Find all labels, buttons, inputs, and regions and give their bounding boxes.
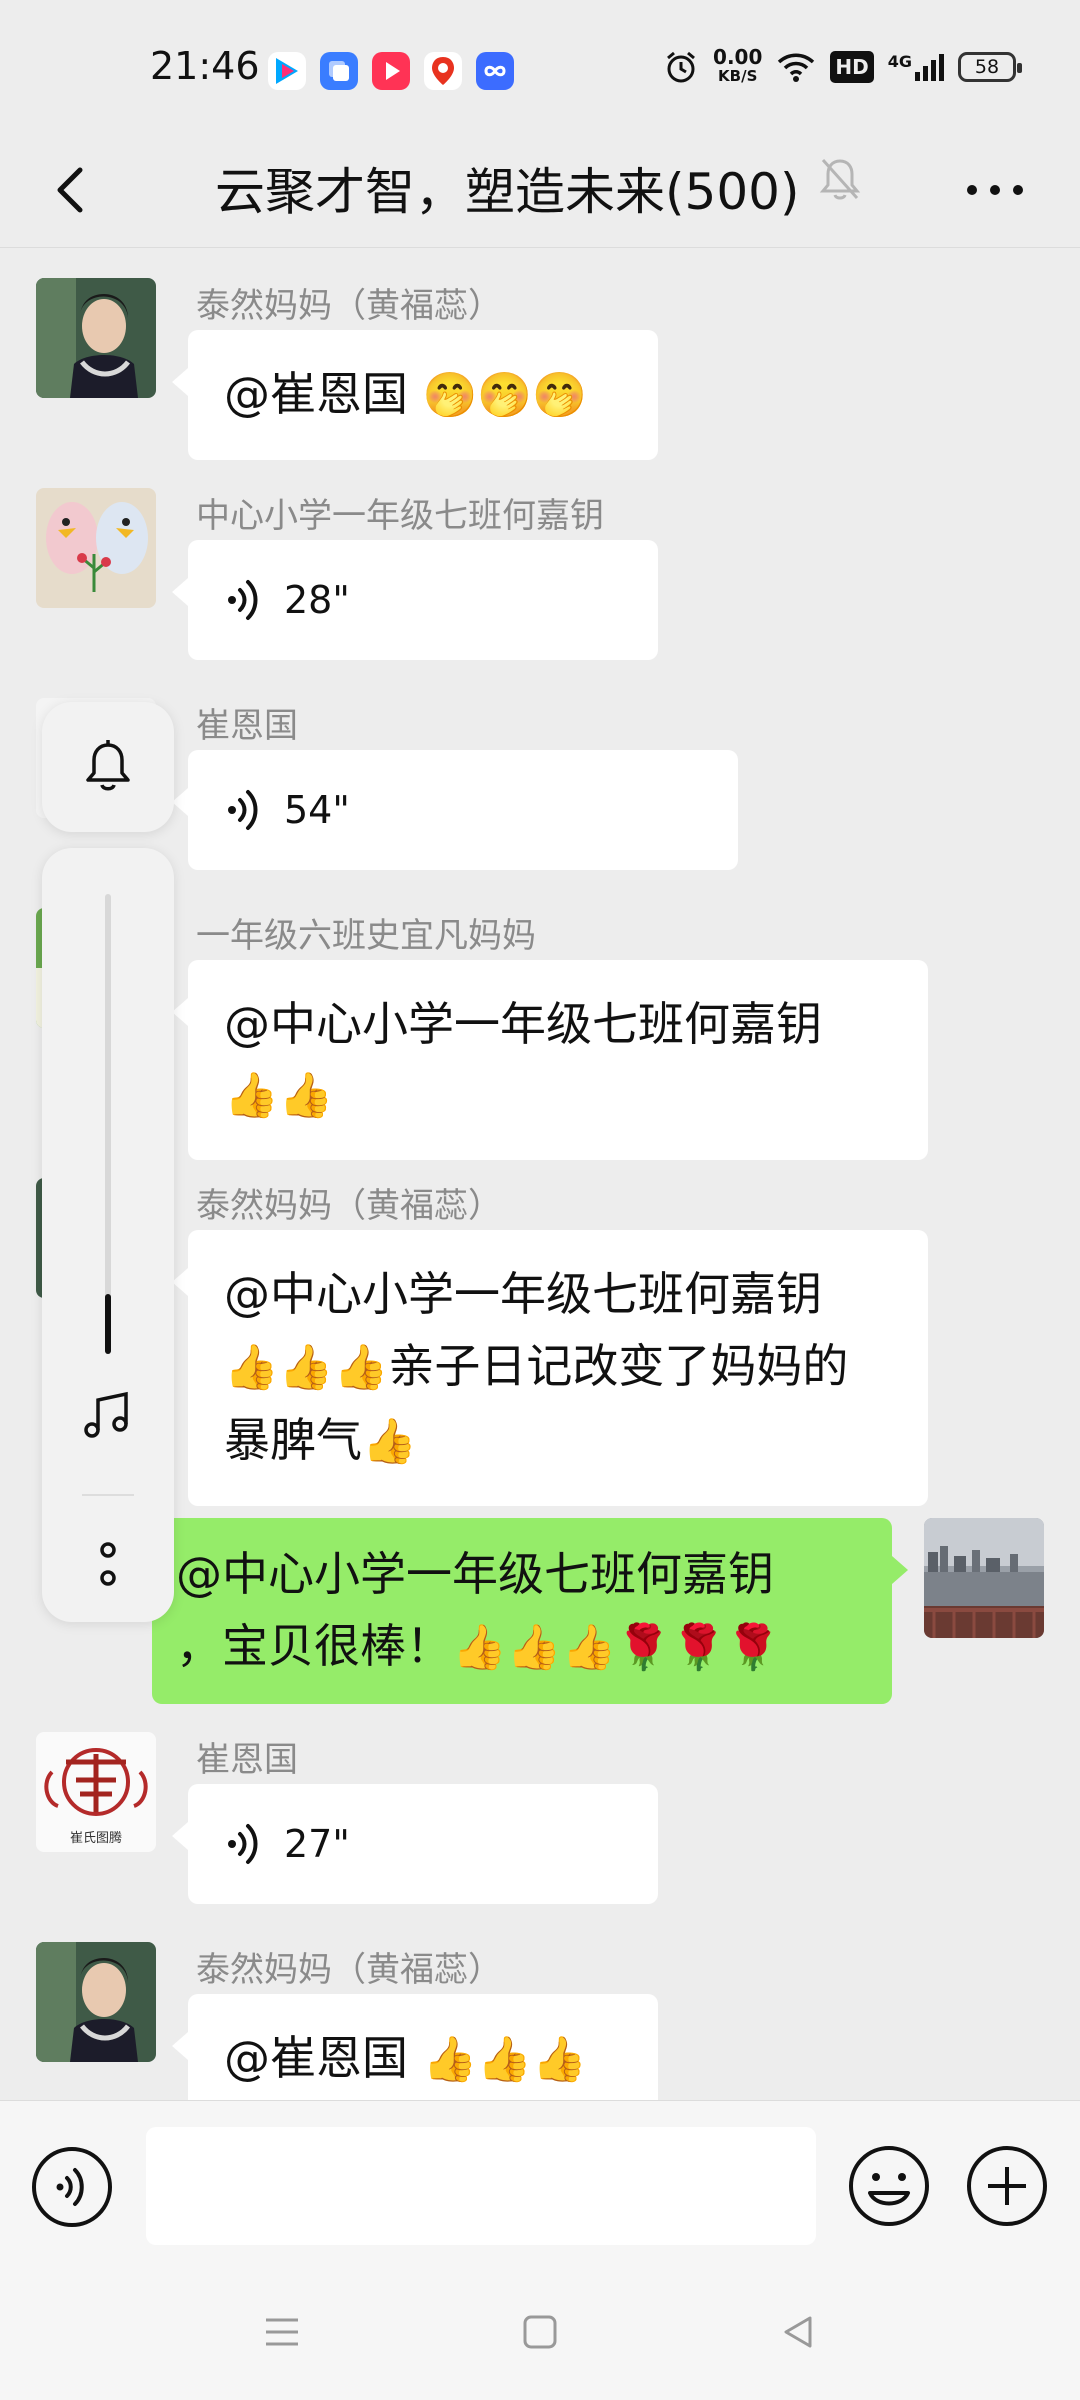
message-bubble-self[interactable]: @中心小学一年级七班何嘉钥 ，宝贝很棒！👍👍👍🌹🌹🌹 [152, 1518, 908, 1704]
voice-duration: 27" [284, 1822, 350, 1866]
message-text: ，宝贝很棒！ [176, 1619, 452, 1673]
wifi-icon [778, 53, 815, 82]
avatar[interactable]: 崔氏图腾 [36, 1732, 156, 1852]
message-text: 暴脾气 [224, 1413, 362, 1467]
hd-badge: HD [830, 51, 874, 83]
net-speed: 0.00 KB/S [713, 45, 763, 85]
message-text: @崔恩国 [224, 2031, 423, 2085]
sender-name: 泰然妈妈（黄福蕊） [196, 286, 502, 326]
more-horizontal-icon[interactable] [960, 170, 1030, 210]
baidu-map-icon [424, 52, 462, 90]
message-text: @中心小学一年级七班何嘉钥 [224, 1267, 822, 1321]
multitask-icon [320, 52, 358, 90]
my-avatar[interactable] [924, 1518, 1044, 1638]
sender-name: 泰然妈妈（黄福蕊） [196, 1186, 502, 1226]
avatar-caption: 崔氏图腾 [70, 1830, 122, 1846]
chevron-left-icon[interactable] [42, 160, 102, 220]
bell-off-icon [819, 158, 861, 200]
video-play-icon [372, 52, 410, 90]
message-text: @中心小学一年级七班何嘉钥 [176, 1547, 774, 1601]
message-text: @中心小学一年级七班何嘉钥 [224, 997, 822, 1051]
floating-volume-panel [42, 848, 174, 1622]
status-time: 21:46 [150, 44, 260, 88]
smile-icon[interactable] [846, 2143, 932, 2229]
alarm-icon [667, 51, 695, 83]
battery-indicator: 58 [958, 52, 1022, 82]
chat-input-bar [0, 2100, 1080, 2270]
message-emoji: 👍 [362, 1416, 417, 1467]
volume-slider[interactable] [105, 894, 111, 1354]
message-bubble[interactable]: @崔恩国 🤭🤭🤭 [172, 330, 658, 460]
bell-icon [86, 740, 130, 791]
message-emoji: 👍👍 [224, 1070, 334, 1121]
message-input[interactable] [146, 2127, 816, 2245]
signal-icon: 4G [888, 52, 944, 82]
message-emoji: 🤭🤭🤭 [422, 370, 587, 421]
group-title: 云聚才智，塑造未来(500) [215, 163, 800, 221]
square-home-icon[interactable] [520, 2312, 560, 2352]
message-emoji: 👍👍👍🌹🌹🌹 [452, 1622, 781, 1673]
sender-name: 崔恩国 [196, 706, 298, 746]
voice-duration: 54" [284, 788, 350, 832]
voice-icon[interactable] [30, 2145, 114, 2229]
message-bubble[interactable]: @崔恩国 👍👍👍 [172, 1994, 658, 2100]
volume-slider-fill [105, 1294, 111, 1354]
floating-bell-button[interactable] [42, 702, 174, 832]
status-indicators: 0.00 KB/S HD 4G 58 [663, 45, 1022, 86]
infinity-app-icon [476, 52, 514, 90]
sender-name: 崔恩国 [196, 1740, 298, 1780]
more-vertical-icon[interactable] [92, 1538, 124, 1594]
message-bubble[interactable]: @中心小学一年级七班何嘉钥 👍👍👍亲子日记改变了妈妈的 暴脾气👍 [172, 1230, 928, 1506]
voice-message[interactable]: 27" [172, 1784, 658, 1904]
panel-divider [82, 1494, 134, 1496]
message-bubble[interactable]: @中心小学一年级七班何嘉钥 👍👍 [172, 960, 928, 1160]
youku-icon [268, 52, 306, 90]
avatar[interactable] [36, 278, 156, 398]
voice-message[interactable]: 54" [172, 750, 738, 870]
music-note-icon[interactable] [80, 1388, 136, 1444]
voice-duration: 28" [284, 578, 350, 622]
system-nav-bar [0, 2270, 1080, 2400]
voice-wave-icon [228, 790, 258, 830]
status-bar: 21:46 0.00 KB/S HD 4G 58 [0, 0, 1080, 130]
sender-name: 一年级六班史宜凡妈妈 [196, 916, 536, 956]
sender-name: 中心小学一年级七班何嘉钥 [196, 496, 604, 536]
chat-header: 云聚才智，塑造未来(500) [0, 130, 1080, 248]
message-text: 亲子日记改变了妈妈的 [388, 1339, 849, 1393]
message-emoji: 👍👍👍 [224, 1342, 389, 1393]
message-text: @崔恩国 [224, 367, 423, 421]
voice-message[interactable]: 28" [172, 540, 658, 660]
plus-circle-icon[interactable] [964, 2143, 1050, 2229]
status-app-icons [268, 52, 514, 90]
avatar[interactable] [36, 488, 156, 608]
triangle-back-icon[interactable] [778, 2312, 818, 2352]
avatar[interactable] [36, 1942, 156, 2062]
voice-wave-icon [228, 1824, 258, 1864]
menu-icon[interactable] [262, 2312, 302, 2352]
sender-name: 泰然妈妈（黄福蕊） [196, 1950, 502, 1990]
message-emoji: 👍👍👍 [422, 2034, 587, 2085]
voice-wave-icon [228, 580, 258, 620]
